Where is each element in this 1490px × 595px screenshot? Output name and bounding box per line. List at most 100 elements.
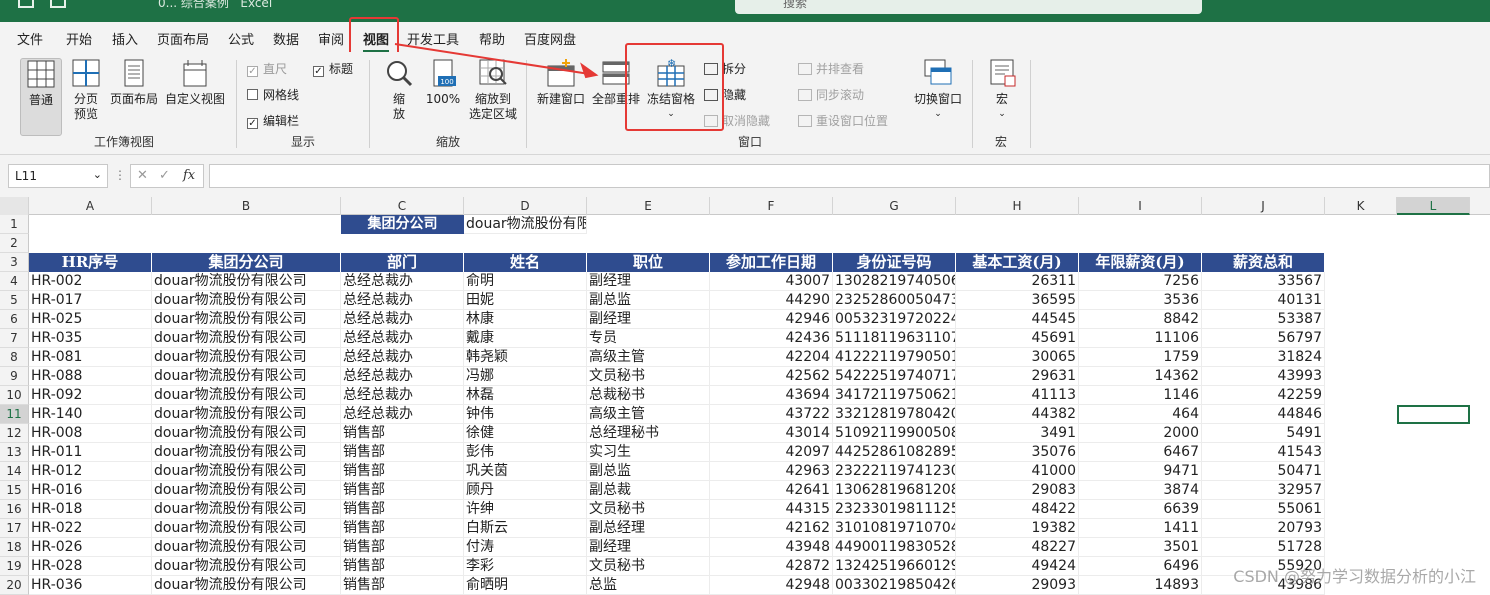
- table-cell[interactable]: HR-035: [29, 329, 152, 348]
- table-cell[interactable]: douar物流股份有限公司: [152, 367, 341, 386]
- table-cell[interactable]: HR-022: [29, 519, 152, 538]
- save-icon[interactable]: [50, 0, 66, 8]
- table-cell[interactable]: 总裁秘书: [587, 386, 710, 405]
- table-cell[interactable]: 003302198504268: [833, 576, 956, 595]
- row-header[interactable]: 15: [0, 481, 29, 500]
- row-header[interactable]: 4: [0, 272, 29, 291]
- table-cell[interactable]: 文员秘书: [587, 500, 710, 519]
- table-cell[interactable]: 49424: [956, 557, 1079, 576]
- table-cell[interactable]: 销售部: [341, 500, 464, 519]
- table-cell[interactable]: 11106: [1079, 329, 1202, 348]
- table-cell[interactable]: 俞晒明: [464, 576, 587, 595]
- table-cell[interactable]: douar物流股份有限公司: [152, 272, 341, 291]
- row-header[interactable]: 16: [0, 500, 29, 519]
- table-cell[interactable]: 副总裁: [587, 481, 710, 500]
- column-header-b[interactable]: B: [152, 197, 341, 215]
- table-cell[interactable]: 232528600504730: [833, 291, 956, 310]
- row-header[interactable]: 19: [0, 557, 29, 576]
- row-header[interactable]: 14: [0, 462, 29, 481]
- table-cell[interactable]: 232330198111250: [833, 500, 956, 519]
- column-header-i[interactable]: I: [1079, 197, 1202, 215]
- table-cell[interactable]: 44545: [956, 310, 1079, 329]
- table-cell[interactable]: 销售部: [341, 481, 464, 500]
- table-cell[interactable]: 232221197412306: [833, 462, 956, 481]
- table-cell[interactable]: 42963: [710, 462, 833, 481]
- table-header-cell[interactable]: HR序号: [29, 253, 152, 272]
- column-header-c[interactable]: C: [341, 197, 464, 215]
- row-header[interactable]: 5: [0, 291, 29, 310]
- table-cell[interactable]: 副总监: [587, 291, 710, 310]
- table-cell[interactable]: 44290: [710, 291, 833, 310]
- select-all-corner[interactable]: [0, 197, 29, 215]
- table-cell[interactable]: 6467: [1079, 443, 1202, 462]
- table-cell[interactable]: 41543: [1202, 443, 1325, 462]
- table-cell[interactable]: 31824: [1202, 348, 1325, 367]
- ruler-checkbox[interactable]: ✓ 直尺: [247, 60, 287, 77]
- table-cell[interactable]: 29631: [956, 367, 1079, 386]
- table-cell[interactable]: douar物流股份有限公司: [152, 557, 341, 576]
- table-header-cell[interactable]: 部门: [341, 253, 464, 272]
- table-cell[interactable]: HR-012: [29, 462, 152, 481]
- table-cell[interactable]: 销售部: [341, 576, 464, 595]
- table-cell[interactable]: 32957: [1202, 481, 1325, 500]
- table-cell[interactable]: 高级主管: [587, 348, 710, 367]
- table-cell[interactable]: 442528610828952: [833, 443, 956, 462]
- table-cell[interactable]: 9471: [1079, 462, 1202, 481]
- tab-file[interactable]: 文件: [17, 29, 43, 48]
- table-cell[interactable]: douar物流股份有限公司: [152, 538, 341, 557]
- row-header[interactable]: 18: [0, 538, 29, 557]
- table-cell[interactable]: 56797: [1202, 329, 1325, 348]
- row-header[interactable]: 9: [0, 367, 29, 386]
- table-cell[interactable]: HR-002: [29, 272, 152, 291]
- table-header-cell[interactable]: 职位: [587, 253, 710, 272]
- table-cell[interactable]: 43694: [710, 386, 833, 405]
- table-cell[interactable]: 14893: [1079, 576, 1202, 595]
- row-header[interactable]: 11: [0, 405, 29, 424]
- table-cell[interactable]: 42872: [710, 557, 833, 576]
- table-cell[interactable]: HR-011: [29, 443, 152, 462]
- table-cell[interactable]: 销售部: [341, 443, 464, 462]
- table-cell[interactable]: 43993: [1202, 367, 1325, 386]
- table-cell[interactable]: 俞明: [464, 272, 587, 291]
- table-cell[interactable]: 林康: [464, 310, 587, 329]
- macros-button[interactable]: 宏 ⌄: [984, 58, 1020, 122]
- table-cell[interactable]: douar物流股份有限公司: [152, 291, 341, 310]
- column-header-e[interactable]: E: [587, 197, 710, 215]
- table-cell[interactable]: 511181196311071: [833, 329, 956, 348]
- table-cell[interactable]: douar物流股份有限公司: [152, 405, 341, 424]
- table-cell[interactable]: 1146: [1079, 386, 1202, 405]
- table-cell[interactable]: 销售部: [341, 519, 464, 538]
- table-cell[interactable]: HR-028: [29, 557, 152, 576]
- formula-input[interactable]: [209, 164, 1490, 188]
- table-cell[interactable]: 许绅: [464, 500, 587, 519]
- table-cell[interactable]: 132425196601291: [833, 557, 956, 576]
- table-cell[interactable]: douar物流股份有限公司: [152, 462, 341, 481]
- table-cell[interactable]: 总经总裁办: [341, 272, 464, 291]
- more-options-icon[interactable]: ⋮: [114, 168, 126, 182]
- column-header-h[interactable]: H: [956, 197, 1079, 215]
- table-cell[interactable]: 李彩: [464, 557, 587, 576]
- table-cell[interactable]: douar物流股份有限公司: [152, 329, 341, 348]
- table-cell[interactable]: HR-088: [29, 367, 152, 386]
- table-cell[interactable]: 3536: [1079, 291, 1202, 310]
- table-cell[interactable]: 44846: [1202, 405, 1325, 424]
- table-cell[interactable]: 田妮: [464, 291, 587, 310]
- table-cell[interactable]: douar物流股份有限公司: [152, 519, 341, 538]
- table-cell[interactable]: 332128197804207: [833, 405, 956, 424]
- table-cell[interactable]: 43722: [710, 405, 833, 424]
- column-header-j[interactable]: J: [1202, 197, 1325, 215]
- table-cell[interactable]: 53387: [1202, 310, 1325, 329]
- table-cell[interactable]: 55061: [1202, 500, 1325, 519]
- table-cell[interactable]: 36595: [956, 291, 1079, 310]
- table-cell[interactable]: 42436: [710, 329, 833, 348]
- table-cell[interactable]: 130628196812085: [833, 481, 956, 500]
- table-cell[interactable]: 310108197107047: [833, 519, 956, 538]
- table-cell[interactable]: 文员秘书: [587, 557, 710, 576]
- table-cell[interactable]: 副经理: [587, 310, 710, 329]
- table-header-cell[interactable]: 年限薪资(月): [1079, 253, 1202, 272]
- synchronous-scrolling-button[interactable]: 同步滚动: [798, 86, 864, 103]
- table-cell[interactable]: 总经总裁办: [341, 329, 464, 348]
- table-cell[interactable]: 50471: [1202, 462, 1325, 481]
- table-cell[interactable]: douar物流股份有限公司: [152, 348, 341, 367]
- table-cell[interactable]: 412221197905015: [833, 348, 956, 367]
